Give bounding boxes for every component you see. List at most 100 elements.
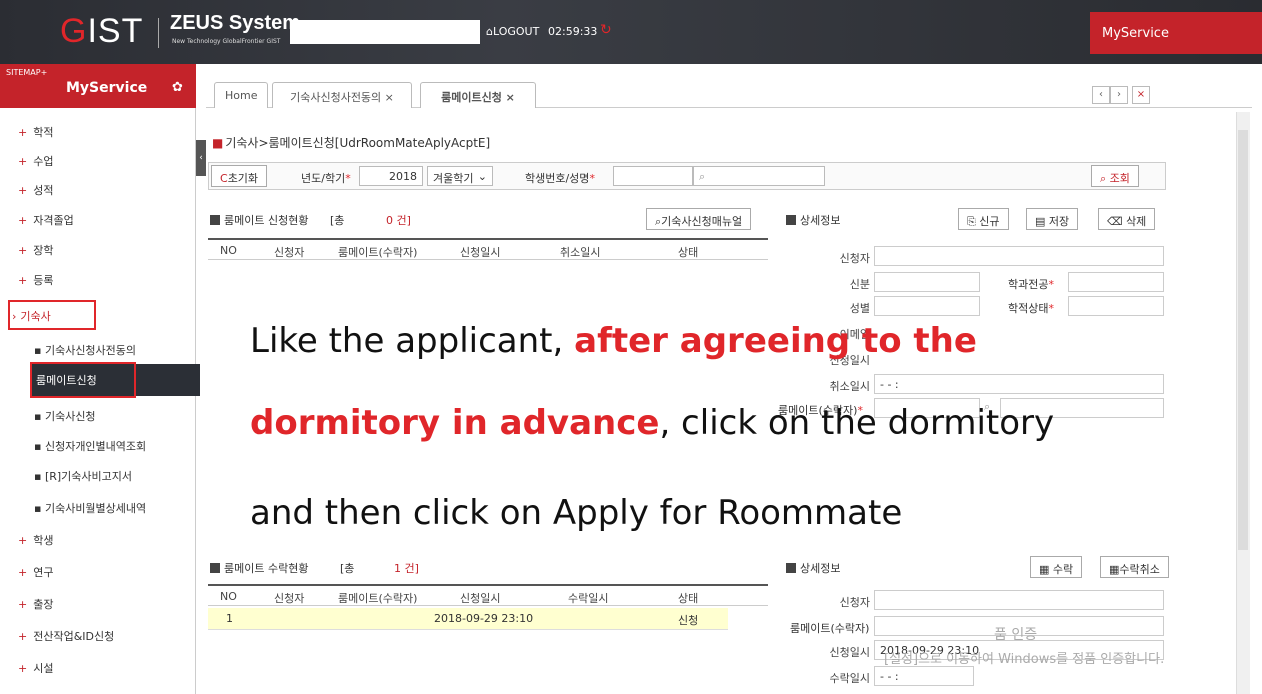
chevron-down-icon: ⌄ [477, 170, 487, 183]
delete-button[interactable]: ⌫ 삭제 [1098, 208, 1156, 230]
sidebar-collapse-button[interactable]: ‹ [196, 140, 206, 176]
sidebar-sub-dorm-consent[interactable]: ▪ 기숙사신청사전동의 [34, 342, 136, 358]
search-button[interactable]: ⌕ 조회 [1091, 165, 1139, 187]
gender-field[interactable] [874, 296, 980, 316]
gender-label: 성별 [849, 302, 870, 315]
major-field[interactable] [1068, 272, 1164, 292]
top-header: GIST ZEUS System New Technology GlobalFr… [0, 0, 1262, 64]
acceptances-total-label: [총 [340, 562, 355, 575]
tab-bar: Home 기숙사신청사전동의 × 룸메이트신청 × ‹ › × [206, 78, 1252, 108]
col-roommate: 룸메이트(수락자) [338, 246, 418, 259]
reset-button[interactable]: C초기화 [211, 165, 268, 187]
year-spinner[interactable]: 2018 [359, 166, 423, 186]
sidebar-item-business-trip[interactable]: + 출장 [18, 596, 53, 612]
sidebar-item-scholarship[interactable]: + 장학 [18, 242, 53, 258]
gist-logo[interactable]: GIST [60, 12, 143, 51]
sidebar-sub-dorm-monthly[interactable]: ▪ 기숙사비월별상세내역 [34, 500, 146, 516]
division-label: 신분 [849, 278, 870, 291]
applications-grid-header: NO 신청자 룸메이트(수락자) 신청일시 취소일시 상태 [208, 238, 768, 260]
trash-icon: ⌫ [1107, 215, 1127, 228]
row-no: 1 [226, 612, 233, 625]
term-select[interactable]: 겨울학기 ⌄ [427, 166, 493, 186]
sidebar-sub-applicant-history[interactable]: ▪ 신청자개인별내역조회 [34, 438, 146, 454]
sitemap-link[interactable]: SITEMAP+ [6, 68, 47, 77]
grid-icon: ■ [212, 136, 224, 150]
search-icon: ⌕ [699, 170, 706, 183]
new-button[interactable]: ⎘ 신규 [958, 208, 1009, 230]
instruction-line-2: dormitory in advance, click on the dormi… [250, 403, 1055, 443]
cancel-date-field[interactable]: - - : [874, 374, 1164, 394]
student-name-input[interactable]: ⌕ [693, 166, 825, 186]
accept-date-label-2: 수락일시 [829, 672, 870, 685]
new-doc-icon: ⎘ [967, 215, 980, 228]
col-status: 상태 [678, 592, 699, 605]
applicant-label-2: 신청자 [839, 596, 870, 609]
sidebar-item-it-request[interactable]: + 전산작업&ID신청 [18, 628, 114, 644]
dormitory-highlight-box [8, 300, 96, 330]
apply-date-label-2: 신청일시 [829, 646, 870, 659]
acceptances-grid-header: NO 신청자 룸메이트(수락자) 신청일시 수락일시 상태 [208, 584, 768, 606]
user-info-box [290, 20, 480, 44]
detail-title: 상세정보 [786, 212, 840, 228]
row-apply-date: 2018-09-29 23:10 [434, 612, 534, 625]
sidebar-item-graduation[interactable]: + 자격졸업 [18, 212, 74, 228]
col-cancel-date: 취소일시 [560, 246, 601, 259]
applicant-field-2[interactable] [874, 590, 1164, 610]
sidebar-item-academic[interactable]: + 학적 [18, 124, 53, 140]
sidebar-item-research[interactable]: + 연구 [18, 564, 53, 580]
roommate-highlight-box [30, 362, 136, 398]
scrollbar-thumb[interactable] [1238, 130, 1248, 550]
col-no: NO [220, 590, 237, 603]
col-applicant: 신청자 [274, 592, 305, 605]
save-icon: ▤ [1035, 215, 1049, 228]
sidebar-item-registration[interactable]: + 등록 [18, 272, 53, 288]
student-search-label: 학생번호/성명* [525, 172, 595, 185]
year-term-label: 년도/학기* [301, 172, 351, 185]
academic-status-field[interactable] [1068, 296, 1164, 316]
sidebar: + 학적 + 수업 + 성적 + 자격졸업 + 장학 + 등록 › 기숙사 ▪ 기숙사신청사전… [0, 108, 196, 694]
acceptances-count: 1 건] [394, 562, 419, 575]
tab-roommate-apply[interactable]: 룸메이트신청 × [420, 82, 536, 108]
cancel-accept-button[interactable]: ▦수락취소 [1100, 556, 1169, 578]
refresh-timer-icon[interactable]: ↻ [600, 22, 612, 38]
logout-button[interactable]: ⌂LOGOUT [486, 25, 539, 38]
col-apply-date: 신청일시 [460, 246, 501, 259]
col-roommate: 룸메이트(수락자) [338, 592, 418, 605]
save-button[interactable]: ▤ 저장 [1026, 208, 1079, 230]
applicant-field[interactable] [874, 246, 1164, 266]
reset-icon: C [220, 172, 228, 185]
gear-icon[interactable]: ✿ [172, 80, 183, 95]
tab-prev-button[interactable]: ‹ [1092, 86, 1110, 104]
applications-title: 룸메이트 신청현황 [210, 212, 308, 228]
table-row[interactable]: 1 2018-09-29 23:10 신청 [208, 608, 728, 630]
session-timer: 02:59:33 [548, 25, 598, 38]
instruction-line-3: and then click on Apply for Roommate [250, 493, 903, 533]
sidebar-sub-dorm-bill[interactable]: ▪ [R]기숙사비고지서 [34, 468, 132, 484]
sidebar-sub-dorm-apply[interactable]: ▪ 기숙사신청 [34, 408, 96, 424]
sidebar-item-student[interactable]: + 학생 [18, 532, 53, 548]
tab-next-button[interactable]: › [1110, 86, 1128, 104]
division-field[interactable] [874, 272, 980, 292]
sitemap-header: SITEMAP+ MyService ✿ [0, 64, 196, 108]
accept-date-field-2[interactable]: - - : [874, 666, 974, 686]
dorm-manual-button[interactable]: ⌕기숙사신청매뉴얼 [646, 208, 752, 230]
acceptances-title: 룸메이트 수락현황 [210, 560, 308, 576]
applicant-label: 신청자 [839, 252, 870, 265]
logo-divider [158, 18, 159, 48]
col-apply-date: 신청일시 [460, 592, 501, 605]
tab-home[interactable]: Home [214, 82, 269, 108]
sidebar-item-facilities[interactable]: + 시설 [18, 660, 53, 676]
activation-title: 품 인증 [994, 627, 1038, 643]
cancel-date-label: 취소일시 [829, 380, 870, 393]
tab-dorm-consent[interactable]: 기숙사신청사전동의 × [272, 82, 412, 108]
student-id-input[interactable] [613, 166, 693, 186]
close-all-tabs-button[interactable]: × [1132, 86, 1150, 104]
accept-button[interactable]: ▦ 수락 [1030, 556, 1083, 578]
applications-count: 0 건] [386, 214, 411, 227]
sidebar-item-grades[interactable]: + 성적 [18, 182, 53, 198]
activation-watermark: [설정]으로 이동하여 Windows를 정품 인증합니다. [884, 652, 1165, 667]
myservice-top-button[interactable]: MyService [1090, 12, 1262, 54]
col-accept-date: 수락일시 [568, 592, 609, 605]
sidebar-item-classes[interactable]: + 수업 [18, 153, 53, 169]
detail2-title: 상세정보 [786, 560, 840, 576]
